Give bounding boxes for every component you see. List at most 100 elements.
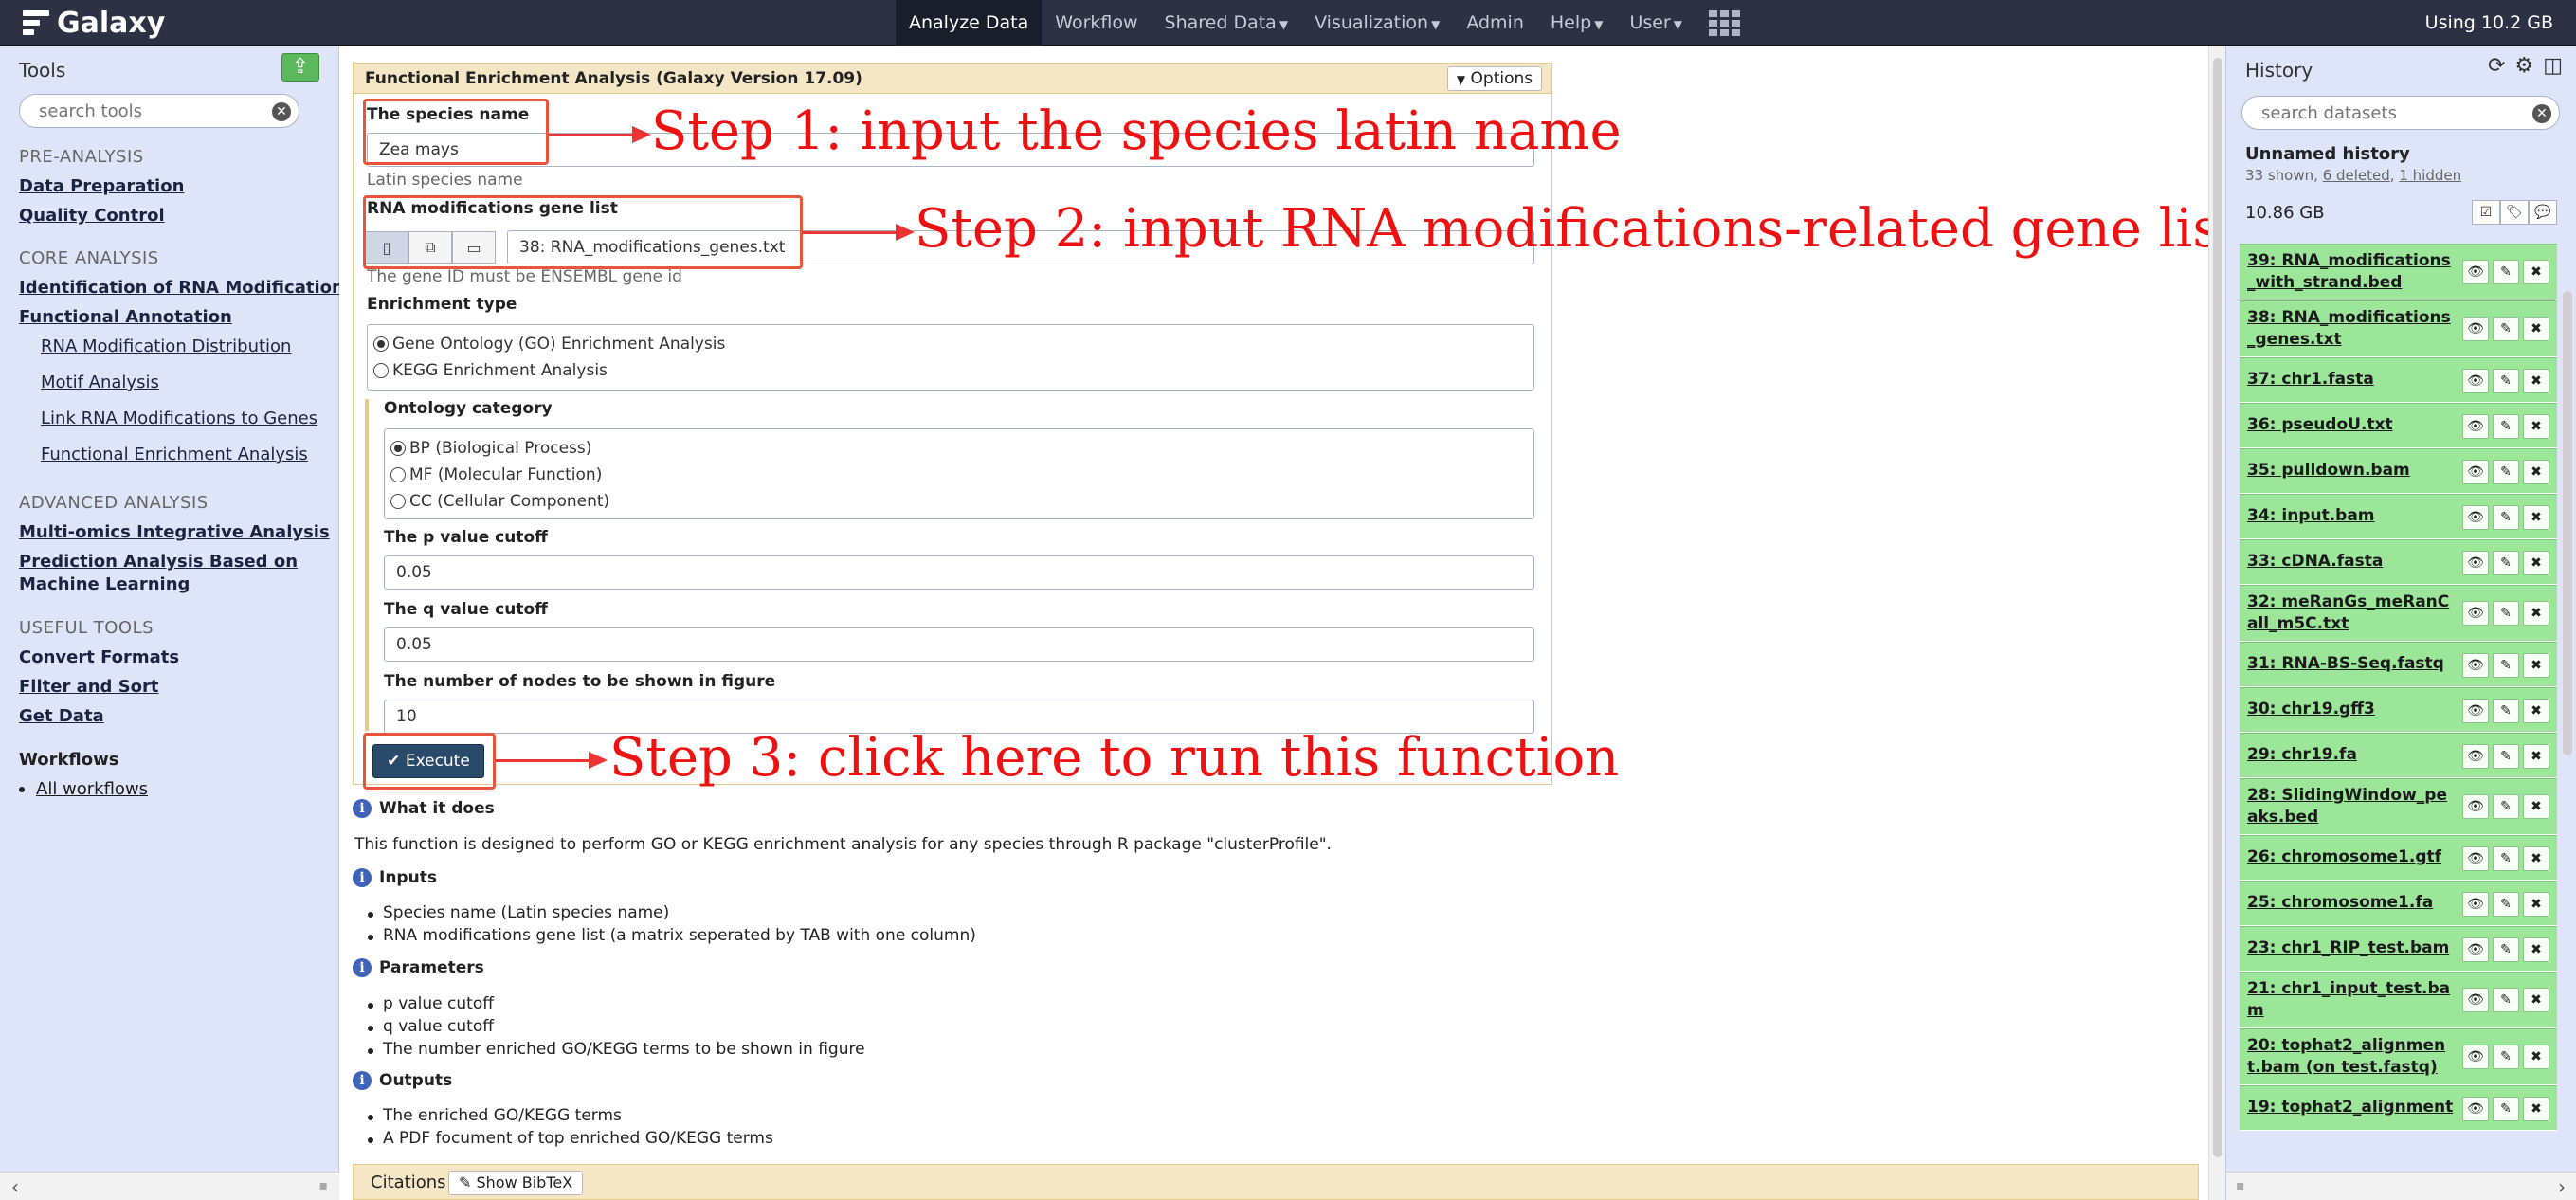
dataset-item[interactable]: 39: RNA_modifications _with_strand.bed 👁 ✎ ✖ <box>2240 244 2557 300</box>
dataset-item[interactable]: 19: tophat2_alignment 👁 ✎ ✖ <box>2240 1085 2557 1131</box>
eye-icon[interactable]: 👁 <box>2462 551 2489 575</box>
tool-identification[interactable]: Identification of RNA Modifications <box>19 278 354 298</box>
tool-multi-omics[interactable]: Multi-omics Integrative Analysis <box>19 522 330 542</box>
dataset-item[interactable]: 20: tophat2_alignmen t.bam (on test.fastq… <box>2240 1028 2557 1085</box>
delete-icon[interactable]: ✖ <box>2523 892 2549 917</box>
history-name[interactable]: Unnamed history <box>2245 144 2410 164</box>
pencil-icon[interactable]: ✎ <box>2493 505 2519 530</box>
nav-apps[interactable] <box>1696 0 1753 46</box>
dataset-title[interactable]: 28: SlidingWindow_pe aks.bed <box>2247 785 2447 828</box>
gear-icon[interactable]: ⚙ <box>2514 54 2533 78</box>
q-value-input[interactable]: 0.05 <box>384 627 1534 662</box>
dataset-item[interactable]: 26: chromosome1.gtf 👁 ✎ ✖ <box>2240 835 2557 881</box>
hidden-link[interactable]: 1 hidden <box>2399 167 2461 184</box>
horizontal-scrollbar[interactable]: ‹ ▪ <box>0 1172 339 1200</box>
dataset-title[interactable]: 38: RNA_modifications _genes.txt <box>2247 307 2451 351</box>
quota-meter[interactable]: Using 10.2 GB <box>2425 0 2553 46</box>
pencil-icon[interactable]: ✎ <box>2493 460 2519 484</box>
dataset-item[interactable]: 31: RNA-BS-Seq.fastq 👁 ✎ ✖ <box>2240 642 2557 687</box>
dataset-title[interactable]: 33: cDNA.fasta <box>2247 551 2383 573</box>
tool-search-input[interactable] <box>20 95 244 127</box>
delete-icon[interactable]: ✖ <box>2523 653 2549 678</box>
pencil-icon[interactable]: ✎ <box>2493 601 2519 626</box>
eye-icon[interactable]: 👁 <box>2462 369 2489 393</box>
pencil-icon[interactable]: ✎ <box>2493 699 2519 723</box>
tool-convert-formats[interactable]: Convert Formats <box>19 647 179 667</box>
horizontal-scrollbar[interactable]: ▪ › <box>2226 1172 2576 1200</box>
tool-functional-enrichment[interactable]: Functional Enrichment Analysis <box>41 445 308 464</box>
tool-search[interactable]: ✕ <box>19 94 299 128</box>
dataset-title[interactable]: 36: pseudoU.txt <box>2247 414 2393 436</box>
dataset-item[interactable]: 30: chr19.gff3 👁 ✎ ✖ <box>2240 687 2557 733</box>
delete-icon[interactable]: ✖ <box>2523 551 2549 575</box>
eye-icon[interactable]: 👁 <box>2462 937 2489 962</box>
all-workflows-link[interactable]: All workflows <box>36 779 148 799</box>
delete-icon[interactable]: ✖ <box>2523 1097 2549 1121</box>
tool-data-preparation[interactable]: Data Preparation <box>19 176 184 196</box>
tool-quality-control[interactable]: Quality Control <box>19 206 165 226</box>
eye-icon[interactable]: 👁 <box>2462 601 2489 626</box>
delete-icon[interactable]: ✖ <box>2523 744 2549 769</box>
delete-icon[interactable]: ✖ <box>2523 505 2549 530</box>
pencil-icon[interactable]: ✎ <box>2493 988 2519 1012</box>
nav-help[interactable]: Help ▼ <box>1537 0 1617 46</box>
pencil-icon[interactable]: ✎ <box>2493 653 2519 678</box>
select-items-icon[interactable]: ☑ <box>2472 200 2500 225</box>
dataset-item[interactable]: 35: pulldown.bam 👁 ✎ ✖ <box>2240 448 2557 494</box>
nav-shared-data[interactable]: Shared Data ▼ <box>1152 0 1302 46</box>
dataset-item[interactable]: 32: meRanGs_meRanC all_m5C.txt 👁 ✎ ✖ <box>2240 585 2557 642</box>
eye-icon[interactable]: 👁 <box>2462 794 2489 819</box>
eye-icon[interactable]: 👁 <box>2462 1045 2489 1069</box>
options-button[interactable]: ▼ Options <box>1447 66 1542 91</box>
eye-icon[interactable]: 👁 <box>2462 744 2489 769</box>
pencil-icon[interactable]: ✎ <box>2493 1097 2519 1121</box>
tool-prediction-analysis-line2[interactable]: Machine Learning <box>19 574 190 594</box>
delete-icon[interactable]: ✖ <box>2523 317 2549 341</box>
dataset-title[interactable]: 21: chr1_input_test.ba m <box>2247 978 2450 1022</box>
scroll-right-icon[interactable]: › <box>2558 1175 2566 1198</box>
tool-rna-mod-distribution[interactable]: RNA Modification Distribution <box>41 336 291 356</box>
dataset-item[interactable]: 29: chr19.fa 👁 ✎ ✖ <box>2240 733 2557 778</box>
tool-functional-annotation[interactable]: Functional Annotation <box>19 307 232 327</box>
dataset-title[interactable]: 26: chromosome1.gtf <box>2247 846 2441 868</box>
tags-icon[interactable]: 🏷 <box>2500 200 2529 225</box>
nav-admin[interactable]: Admin <box>1453 0 1537 46</box>
dataset-title[interactable]: 35: pulldown.bam <box>2247 460 2410 482</box>
resize-grip-icon[interactable]: ▪ <box>2236 1178 2245 1193</box>
dataset-title[interactable]: 32: meRanGs_meRanC all_m5C.txt <box>2247 591 2449 635</box>
delete-icon[interactable]: ✖ <box>2523 369 2549 393</box>
pencil-icon[interactable]: ✎ <box>2493 260 2519 284</box>
pencil-icon[interactable]: ✎ <box>2493 414 2519 439</box>
columns-icon[interactable]: ◫ <box>2543 54 2563 78</box>
clear-search-icon[interactable]: ✕ <box>2532 104 2551 123</box>
pencil-icon[interactable]: ✎ <box>2493 846 2519 871</box>
nav-user[interactable]: User ▼ <box>1616 0 1696 46</box>
dataset-item[interactable]: 21: chr1_input_test.ba m 👁 ✎ ✖ <box>2240 972 2557 1028</box>
nav-visualization[interactable]: Visualization ▼ <box>1301 0 1453 46</box>
pencil-icon[interactable]: ✎ <box>2493 369 2519 393</box>
eye-icon[interactable]: 👁 <box>2462 846 2489 871</box>
dataset-search[interactable]: ✕ <box>2241 96 2560 130</box>
radio-mf[interactable]: MF (Molecular Function) <box>390 465 602 484</box>
delete-icon[interactable]: ✖ <box>2523 988 2549 1012</box>
center-vertical-scrollbar[interactable] <box>2208 46 2225 1200</box>
eye-icon[interactable]: 👁 <box>2462 414 2489 439</box>
dataset-title[interactable]: 25: chromosome1.fa <box>2247 892 2433 914</box>
eye-icon[interactable]: 👁 <box>2462 505 2489 530</box>
delete-icon[interactable]: ✖ <box>2523 414 2549 439</box>
delete-icon[interactable]: ✖ <box>2523 699 2549 723</box>
eye-icon[interactable]: 👁 <box>2462 892 2489 917</box>
dataset-item[interactable]: 37: chr1.fasta 👁 ✎ ✖ <box>2240 357 2557 403</box>
annotation-icon[interactable]: 💬 <box>2529 200 2557 225</box>
dataset-title[interactable]: 20: tophat2_alignmen t.bam (on test.fastq… <box>2247 1035 2445 1079</box>
show-bibtex-button[interactable]: ✎ Show BibTeX <box>448 1171 584 1195</box>
delete-icon[interactable]: ✖ <box>2523 937 2549 962</box>
dataset-title[interactable]: 19: tophat2_alignment <box>2247 1097 2453 1118</box>
upload-button[interactable]: ⇪ <box>281 53 319 82</box>
dataset-title[interactable]: 34: input.bam <box>2247 505 2375 527</box>
dataset-item[interactable]: 23: chr1_RIP_test.bam 👁 ✎ ✖ <box>2240 926 2557 972</box>
eye-icon[interactable]: 👁 <box>2462 317 2489 341</box>
dataset-item[interactable]: 33: cDNA.fasta 👁 ✎ ✖ <box>2240 539 2557 585</box>
dataset-item[interactable]: 28: SlidingWindow_pe aks.bed 👁 ✎ ✖ <box>2240 778 2557 835</box>
delete-icon[interactable]: ✖ <box>2523 260 2549 284</box>
